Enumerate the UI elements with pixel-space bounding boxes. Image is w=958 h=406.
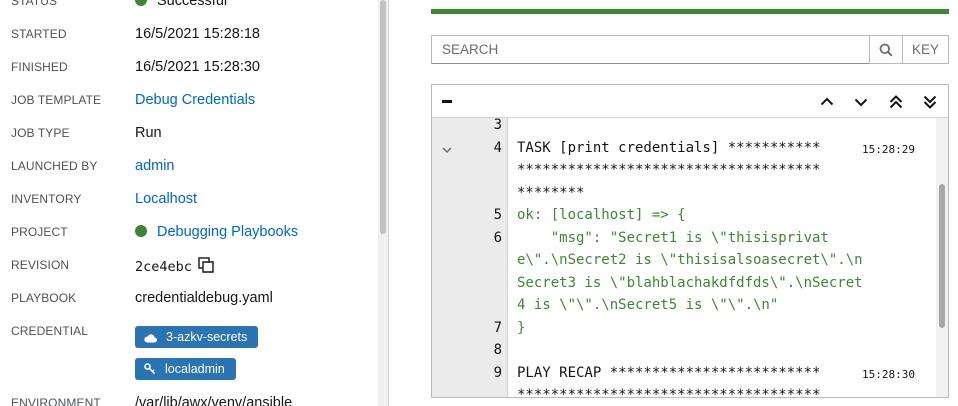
timestamp-badge: 15:28:30 [859,366,918,382]
revision-value: 2ce4ebc [135,259,192,275]
output-search-bar: KEY [431,35,949,64]
line-number: 6 [493,229,502,246]
output-text: ******** [517,184,585,201]
detail-label: Started [11,27,67,41]
detail-label: Launched By [11,159,98,173]
output-text: PLAY RECAP ************************* [517,364,821,381]
output-body: 3 4 TASK [print credentials] *********** 15… [432,117,948,398]
environment-value: /var/lib/awx/venv/ansible [135,395,293,406]
copy-icon[interactable] [198,257,214,277]
key-icon [144,363,156,375]
timestamp-badge: 15:28:29 [859,141,918,157]
detail-label: Project [11,225,68,239]
project-link[interactable]: Debugging Playbooks [157,224,298,240]
key-button[interactable]: KEY [902,35,949,64]
line-number: 7 [493,319,502,336]
output-toolbar [432,85,948,118]
line-number: 5 [493,207,502,223]
credential-chip[interactable]: localadmin [135,358,236,380]
search-input[interactable] [431,35,870,64]
search-button[interactable] [869,35,903,64]
output-text: ok: [localhost] => { [517,207,686,223]
output-text: 4 is \"\".\nSecret5 is \"\".\n" [517,297,779,313]
detail-credential: Credential 3-azkv-secrets localadmin [11,324,371,384]
job-template-link[interactable]: Debug Credentials [135,92,255,108]
detail-label: Playbook [11,291,77,305]
started-value: 16/5/2021 15:28:18 [135,26,260,42]
detail-label: Job Type [11,126,70,140]
output-scrollbar-thumb[interactable] [939,184,945,328]
detail-label: Status [11,0,58,8]
status-value: Successful [157,0,228,9]
line-number: 8 [493,342,502,358]
output-text: Secret3 is \"blahblachakdfdfds\".\nSecre… [517,274,863,291]
cloud-icon [144,334,157,343]
scroll-first-icon[interactable] [887,93,905,111]
output-text: } [517,319,526,336]
detail-label: Inventory [11,192,82,206]
inventory-link[interactable]: Localhost [135,191,197,207]
output-text: "msg": "Secret1 is \"thisisprivat [517,229,829,246]
job-progress-bar [431,9,949,14]
detail-label: Job Template [11,93,102,107]
detail-label: Revision [11,258,70,272]
finished-value: 16/5/2021 15:28:30 [135,59,260,75]
launched-by-link[interactable]: admin [135,158,175,174]
success-status-icon [135,0,147,6]
output-text: ************************************ [517,162,821,178]
search-icon [879,43,893,57]
scroll-previous-icon[interactable] [818,93,836,111]
job-output-panel: 3 4 TASK [print credentials] *********** 15… [431,84,949,398]
detail-label: Credential [11,324,89,338]
scroll-last-icon[interactable] [921,93,939,111]
output-text: e\".\nSecret2 is \"thisisalsoasecret\".\… [517,252,863,268]
line-number: 3 [493,117,502,133]
credential-chip[interactable]: 3-azkv-secrets [135,326,259,348]
playbook-value: credentialdebug.yaml [135,290,273,306]
job-type-value: Run [135,125,162,141]
scroll-next-icon[interactable] [852,93,870,111]
line-number: 9 [493,364,502,381]
job-details-panel: Status Successful Started 16/5/2021 15:2… [0,0,378,406]
detail-label: Environment [11,396,101,406]
output-text: TASK [print credentials] *********** [517,139,821,156]
panel-divider [388,0,389,406]
detail-label: Finished [11,60,68,74]
collapse-task-icon[interactable] [441,144,453,156]
project-status-icon [135,225,147,237]
collapse-all-icon[interactable] [442,100,452,103]
details-scrollbar-thumb[interactable] [380,0,386,234]
output-text: ************************************ [517,387,821,398]
